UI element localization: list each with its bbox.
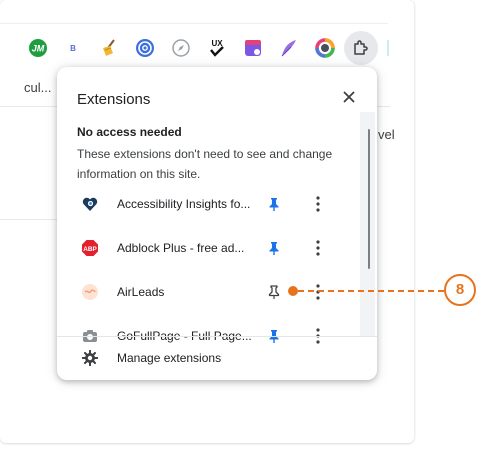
extension-row[interactable]: ABP Adblock Plus - free ad... [57,230,357,266]
puzzle-icon [354,40,368,55]
pin-icon[interactable] [266,240,282,256]
callout-number-badge: 8 [444,274,476,306]
extension-row[interactable]: AirLeads [57,274,357,310]
popup-title: Extensions [77,91,151,108]
section-heading: No access needed [77,125,182,139]
heart-magnifier-icon [81,195,99,213]
section-description: These extensions don't need to see and c… [77,147,333,181]
more-options-icon[interactable] [315,194,321,214]
more-options-icon[interactable] [315,282,321,302]
extension-name: Accessibility Insights fo... [117,197,251,211]
extension-name: AirLeads [117,285,165,299]
callout-dot [288,286,298,296]
broom-extension-icon[interactable] [97,36,121,60]
extensions-popup: Extensions No access needed These extens… [57,67,377,380]
toolbar-divider-top [0,23,388,24]
abp-stop-icon: ABP [81,239,99,257]
content-divider [0,219,60,220]
callout-dashed-line [298,290,444,292]
jm-extension-label: JM [32,44,45,54]
b-extension-label: B [70,44,76,53]
close-icon [343,91,355,103]
at-sign-extension-icon[interactable] [133,36,157,60]
compass-extension-icon[interactable] [169,36,193,60]
background-truncated-text-right: vel [378,127,395,142]
jm-extension-icon[interactable]: JM [26,36,50,60]
ux-extension-label: UX [211,39,223,48]
more-options-icon[interactable] [315,238,321,258]
toolbar-cut-icon [387,40,389,56]
airleads-icon [81,283,99,301]
b-extension-icon[interactable]: B [61,36,85,60]
feather-extension-icon[interactable] [277,36,301,60]
pin-outline-icon[interactable] [266,284,282,300]
extension-name: Adblock Plus - free ad... [117,241,245,255]
calendar-extension-icon[interactable] [241,36,265,60]
close-button[interactable] [339,87,359,107]
background-truncated-text-left: cul... [24,80,52,95]
pin-icon[interactable] [266,196,282,212]
manage-extensions-button[interactable]: Manage extensions [57,337,377,380]
scrollbar-thumb[interactable] [368,129,370,269]
svg-text:ABP: ABP [83,246,97,253]
extension-row[interactable]: Accessibility Insights fo... [57,186,357,222]
extensions-menu-button[interactable] [344,31,378,65]
ux-check-extension-icon[interactable]: UX [205,36,229,60]
manage-extensions-label: Manage extensions [117,351,222,365]
color-ring-extension-icon[interactable] [313,36,337,60]
gear-icon [81,349,99,367]
